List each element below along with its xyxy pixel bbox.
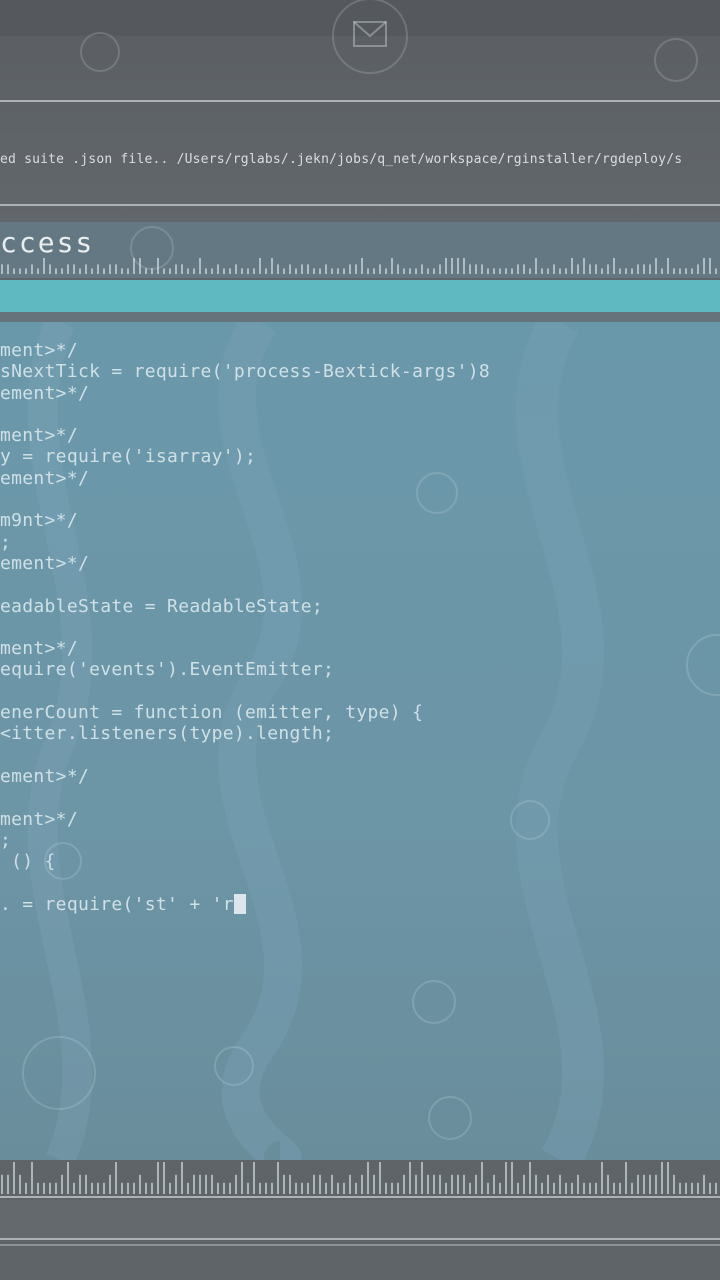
download-icon <box>510 800 550 840</box>
code-line: ; <box>0 531 12 553</box>
text-cursor <box>233 893 246 914</box>
footer-rule-last <box>0 1244 720 1246</box>
code-line: enerCount = function (emitter, type) { <box>0 702 424 724</box>
header-rule-top <box>0 100 720 102</box>
code-editor[interactable]: ment>*/ sNextTick = require('process-Bex… <box>0 322 720 1160</box>
code-line: ment>*/ <box>0 808 78 830</box>
code-line: . = require('st' + 'r <box>0 893 234 915</box>
mail-icon <box>332 0 408 74</box>
tick-ruler-bottom <box>1 1162 717 1194</box>
footer-panel <box>0 1200 720 1238</box>
code-line: () { <box>0 851 56 873</box>
job-path-text: ed suite .json file.. /Users/rglabs/.jek… <box>0 152 683 167</box>
code-line: <itter.listeners(type).length; <box>0 723 335 745</box>
code-line: m9nt>*/ <box>0 510 78 532</box>
progress-track <box>0 312 720 322</box>
code-line: ment>*/ <box>0 425 78 447</box>
bottle-icon-small <box>214 1046 254 1086</box>
code-line: ; <box>0 829 12 851</box>
code-line: ment>*/ <box>0 340 78 361</box>
scissors-icon <box>428 1096 472 1140</box>
wrench-icon <box>22 1036 96 1110</box>
code-line: ment>*/ <box>0 638 78 660</box>
code-text: ment>*/ sNextTick = require('process-Bex… <box>0 340 490 915</box>
pencil-icon <box>412 980 456 1024</box>
code-line: y = require('isarray'); <box>0 446 257 468</box>
chat-icon <box>80 32 120 72</box>
code-line: eadableState = ReadableState; <box>0 595 323 617</box>
tick-ruler-top <box>1 258 717 274</box>
footer-rule-top <box>0 1196 720 1198</box>
gift-icon <box>654 38 698 82</box>
footer-rule-bottom <box>0 1238 720 1240</box>
process-title: ccess <box>0 226 95 259</box>
code-line: ement>*/ <box>0 382 90 404</box>
progress-bar <box>0 280 720 312</box>
code-line: ement>*/ <box>0 765 90 787</box>
code-line: sNextTick = require('process-Bextick-arg… <box>0 361 491 383</box>
header-rule-bottom <box>0 204 720 206</box>
code-line: equire('events').EventEmitter; <box>0 659 335 681</box>
code-line: ement>*/ <box>0 467 90 489</box>
code-line: ement>*/ <box>0 552 90 574</box>
